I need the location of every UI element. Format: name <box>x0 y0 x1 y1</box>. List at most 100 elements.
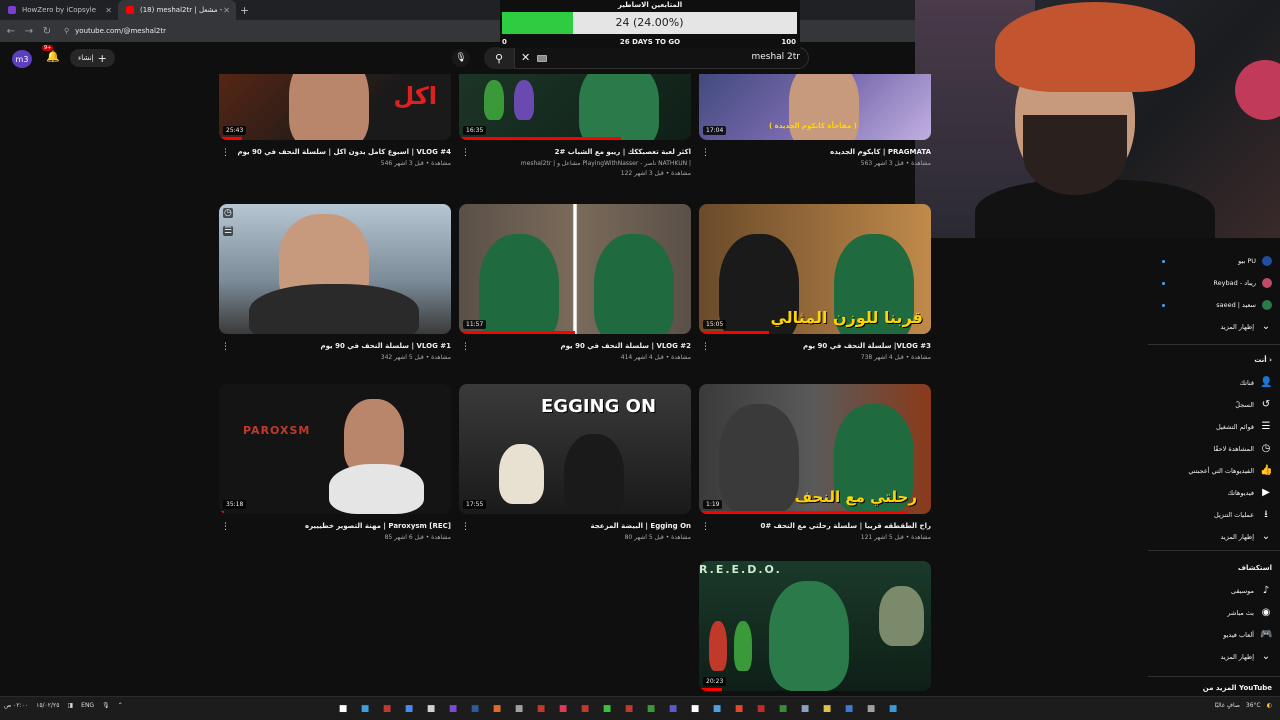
sidebar-item-explore-0[interactable]: موسيقى ♪ <box>1140 582 1280 600</box>
search-button[interactable]: ⚲ <box>484 47 514 69</box>
taskbar-app-icon[interactable]: ■ <box>335 701 351 717</box>
clock-date[interactable]: ١٥/٠٢/٢٥ <box>36 702 59 709</box>
sidebar-item-you-3[interactable]: المشاهدة لاحقًا ◷ <box>1140 440 1280 458</box>
sidebar-item-you-4[interactable]: الفيديوهات التي أعجبتني 👍 <box>1140 462 1280 480</box>
more-options-icon[interactable]: ⋮ <box>701 342 710 352</box>
site-info-icon[interactable]: ⚲ <box>64 27 69 35</box>
sidebar-subscription[interactable]: بيو PU <box>1140 252 1280 270</box>
video-thumbnail[interactable]: ◷ ☰ <box>219 204 451 334</box>
video-thumbnail[interactable]: اكل 25:43 <box>219 74 451 140</box>
sidebar-item-you-1[interactable]: السجلّ ↺ <box>1140 396 1280 414</box>
video-card[interactable]: قربنا للوزن المثالي 15:05 ⋮ سلسلة النحف … <box>699 204 931 380</box>
clock-time[interactable]: ٠٢:٠٠ ص <box>4 702 28 709</box>
more-options-icon[interactable]: ⋮ <box>461 148 470 158</box>
taskbar-app-icon[interactable]: ■ <box>599 701 615 717</box>
sidebar-item-you-2[interactable]: قوائم التشغيل ☰ <box>1140 418 1280 436</box>
taskbar-app-icon[interactable]: ■ <box>401 701 417 717</box>
add-to-queue-icon[interactable]: ☰ <box>223 226 234 236</box>
video-card[interactable]: PAROXSM 35:18 ⋮ مهنة التصوير خطيييره | P… <box>219 384 451 560</box>
video-thumbnail[interactable]: قربنا للوزن المثالي 15:05 <box>699 204 931 334</box>
sidebar-item-you-6[interactable]: عمليات التنزيل ⭳ <box>1140 506 1280 524</box>
clear-search-icon[interactable]: ✕ <box>521 51 530 64</box>
taskbar-app-icon[interactable]: ■ <box>357 701 373 717</box>
video-title[interactable]: سلسلة النحف في 90 يوم | VLOG #2 <box>471 342 692 350</box>
weather-icon[interactable]: ◐ <box>1267 702 1272 709</box>
taskbar-app-icon[interactable]: ■ <box>489 701 505 717</box>
video-title[interactable]: اكثر لعبة تعصبككك | ريبو مع الشباب #2 <box>471 148 691 156</box>
sidebar-item-you-5[interactable]: فيديوهاتك ▶ <box>1140 484 1280 502</box>
video-thumbnail[interactable]: R.E.E.D.O. 20:23 <box>699 561 931 691</box>
video-card[interactable]: EGGING ON 17:55 ⋮ البيضة المزعجة | Eggin… <box>459 384 691 560</box>
sidebar-item-explore-1[interactable]: بث مباشر ◉ <box>1140 604 1280 622</box>
video-thumbnail[interactable]: رحلتي مع النحف 1:19 <box>699 384 931 514</box>
taskbar-app-icon[interactable]: ■ <box>841 701 857 717</box>
taskbar-app-icon[interactable]: ■ <box>555 701 571 717</box>
notifications-bell-icon[interactable]: 🔔 9+ <box>42 45 60 63</box>
taskbar-app-icon[interactable]: ■ <box>709 701 725 717</box>
sidebar-show-more-subscriptions[interactable]: إظهار المزيد ⌄ <box>1140 318 1280 336</box>
video-title[interactable]: اسبوع كامل بدون اكل | سلسلة النحف في 90 … <box>231 148 451 156</box>
video-card[interactable]: اكل 25:43 ⋮ اسبوع كامل بدون اكل | سلسلة … <box>219 74 451 186</box>
more-options-icon[interactable]: ⋮ <box>221 522 230 532</box>
video-thumbnail[interactable]: PAROXSM 35:18 <box>219 384 451 514</box>
taskbar-app-icon[interactable]: ■ <box>577 701 593 717</box>
taskbar-app-icon[interactable]: ■ <box>379 701 395 717</box>
close-icon[interactable]: ✕ <box>223 6 230 15</box>
more-options-icon[interactable]: ⋮ <box>221 342 230 352</box>
taskbar-app-icon[interactable]: ■ <box>753 701 769 717</box>
language-indicator[interactable]: ENG <box>81 702 94 709</box>
video-card[interactable]: R.E.E.D.O. 20:23 <box>699 561 931 691</box>
video-title[interactable]: راح الطقطقه قريبا | سلسلة رحلتي مع النحف… <box>711 522 931 530</box>
video-title[interactable]: سلسلة النحف في 90 يوم |VLOG #3 <box>711 342 931 350</box>
video-title[interactable]: سلسلة النحف في 90 يوم | VLOG #1 <box>231 342 452 350</box>
taskbar-app-icon[interactable]: ■ <box>511 701 527 717</box>
taskbar-app-icon[interactable]: ■ <box>775 701 791 717</box>
video-thumbnail[interactable]: 11:57 <box>459 204 691 334</box>
taskbar-app-icon[interactable]: ■ <box>423 701 439 717</box>
video-card[interactable]: رحلتي مع النحف 1:19 ⋮ راح الطقطقه قريبا … <box>699 384 931 560</box>
url-field[interactable]: ⚲ youtube.com/@meshal2tr <box>64 27 166 35</box>
video-thumbnail[interactable]: ( مفاجأة كابكوم الجديدة ) 17:04 <box>699 74 931 140</box>
more-options-icon[interactable]: ⋮ <box>701 522 710 532</box>
keyboard-icon[interactable] <box>537 55 547 62</box>
network-icon[interactable]: ◨ <box>67 702 73 709</box>
sidebar-item-you-0[interactable]: قناتك 👤 <box>1140 374 1280 392</box>
video-title[interactable]: البيضة المزعجة | Egging On <box>471 522 691 530</box>
taskbar-app-icon[interactable]: ■ <box>797 701 813 717</box>
video-card[interactable]: 11:57 ⋮ سلسلة النحف في 90 يوم | VLOG #2 … <box>459 204 691 380</box>
voice-search-mic-icon[interactable]: 🎙 <box>452 49 470 67</box>
more-options-icon[interactable]: ⋮ <box>461 342 470 352</box>
video-card[interactable]: ◷ ☰ ⋮ سلسلة النحف في 90 يوم | VLOG #1 34… <box>219 204 451 380</box>
video-thumbnail[interactable]: 16:35 <box>459 74 691 140</box>
taskbar-app-icon[interactable]: ■ <box>863 701 879 717</box>
video-card[interactable]: 16:35 ⋮ اكثر لعبة تعصبككك | ريبو مع الشب… <box>459 74 691 186</box>
taskbar-app-icon[interactable]: ■ <box>885 701 901 717</box>
new-tab-button[interactable]: + <box>240 4 249 17</box>
sidebar-subscription[interactable]: Reybad - ريباد <box>1140 274 1280 292</box>
watch-later-icon[interactable]: ◷ <box>223 208 233 218</box>
search-input[interactable] <box>600 52 800 62</box>
tab-howzero[interactable]: HowZero by iCopsyle ✕ <box>0 0 118 20</box>
avatar[interactable]: m3 <box>12 50 32 68</box>
sidebar-item-explore-3[interactable]: إظهار المزيد ⌄ <box>1140 648 1280 666</box>
video-title[interactable]: مهنة التصوير خطيييره | Paroxysm [REC] <box>231 522 451 530</box>
taskbar-app-icon[interactable]: ■ <box>533 701 549 717</box>
back-icon[interactable]: ← <box>4 26 18 37</box>
taskbar-app-icon[interactable]: ■ <box>687 701 703 717</box>
video-thumbnail[interactable]: EGGING ON 17:55 <box>459 384 691 514</box>
volume-icon[interactable]: 🎙 <box>102 702 110 709</box>
tray-chevron-icon[interactable]: ⌃ <box>118 702 123 709</box>
taskbar-app-icon[interactable]: ■ <box>621 701 637 717</box>
you-section-header[interactable]: أنت › <box>1140 356 1280 364</box>
video-title[interactable]: كابكوم الجديده | PRAGMATA <box>711 148 931 156</box>
tab-youtube[interactable]: (18) meshal2tr | مشعل - YouTube ✕ <box>118 0 236 20</box>
taskbar-app-icon[interactable]: ■ <box>643 701 659 717</box>
taskbar-app-icon[interactable]: ■ <box>819 701 835 717</box>
more-options-icon[interactable]: ⋮ <box>221 148 230 158</box>
sidebar-item-explore-2[interactable]: ألعاب فيديو 🎮 <box>1140 626 1280 644</box>
more-options-icon[interactable]: ⋮ <box>701 148 710 158</box>
forward-icon[interactable]: → <box>22 26 36 37</box>
reload-icon[interactable]: ↻ <box>40 26 54 37</box>
taskbar-app-icon[interactable]: ■ <box>731 701 747 717</box>
taskbar-app-icon[interactable]: ■ <box>665 701 681 717</box>
